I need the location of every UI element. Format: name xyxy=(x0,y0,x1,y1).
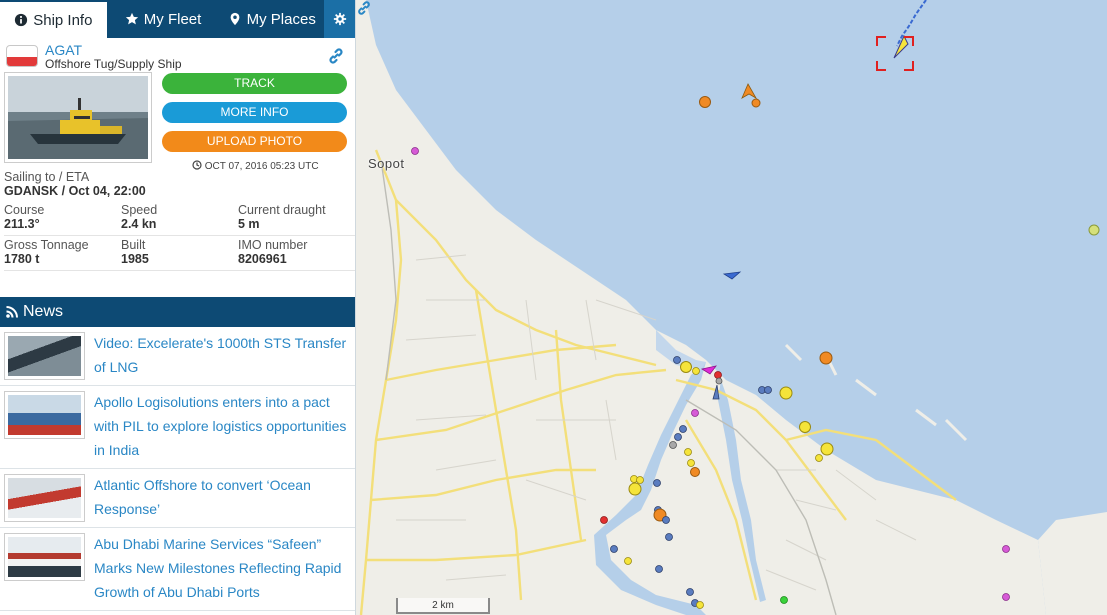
tab-my-fleet[interactable]: My Fleet xyxy=(107,0,220,38)
upload-photo-button[interactable]: UPLOAD PHOTO xyxy=(162,131,347,152)
detail-speed: Speed 2.4 kn xyxy=(121,201,238,236)
tab-my-fleet-label: My Fleet xyxy=(143,10,202,28)
position-timestamp: OCT 07, 2016 05:23 UTC xyxy=(192,160,319,172)
sidebar-tabs: Ship Info My Fleet My Places xyxy=(0,0,355,38)
map-svg[interactable] xyxy=(356,0,1107,615)
tab-ship-info[interactable]: Ship Info xyxy=(0,0,107,38)
ship-header: AGAT Offshore Tug/Supply Ship xyxy=(0,38,355,72)
news-header: News xyxy=(0,297,355,327)
news-thumbnail[interactable] xyxy=(4,474,85,522)
app-root: Ship Info My Fleet My Places AGAT Offsho… xyxy=(0,0,1107,615)
timestamp-text: OCT 07, 2016 05:23 UTC xyxy=(204,161,319,172)
rss-icon xyxy=(6,306,18,318)
gear-icon xyxy=(333,12,346,26)
settings-button[interactable] xyxy=(324,0,355,38)
detail-imo: IMO number 8206961 xyxy=(238,236,355,271)
map-link-icon[interactable] xyxy=(356,0,372,16)
detail-draught: Current draught 5 m xyxy=(238,201,355,236)
detail-gross-tonnage: Gross Tonnage 1780 t xyxy=(4,236,121,271)
place-label-sopot: Sopot xyxy=(368,156,405,171)
ship-type: Offshore Tug/Supply Ship xyxy=(45,57,182,71)
ship-photo-row: TRACK MORE INFO UPLOAD PHOTO OCT 07, 201… xyxy=(0,72,355,172)
news-item[interactable]: Apollo Logisolutions enters into a pact … xyxy=(0,386,355,469)
news-header-label: News xyxy=(23,303,64,320)
more-info-button[interactable]: MORE INFO xyxy=(162,102,347,123)
info-circle-icon xyxy=(15,13,28,27)
news-thumbnail[interactable] xyxy=(4,391,85,439)
news-title[interactable]: Atlantic Offshore to convert ‘Ocean Resp… xyxy=(94,473,352,521)
sidebar: Ship Info My Fleet My Places AGAT Offsho… xyxy=(0,0,356,615)
news-item[interactable]: Atlantic Offshore to convert ‘Ocean Resp… xyxy=(0,469,355,528)
tab-my-places-label: My Places xyxy=(246,10,316,28)
map-canvas[interactable]: Sopot 2 km xyxy=(356,0,1107,615)
map-scale-bar: 2 km xyxy=(396,598,490,614)
ship-name[interactable]: AGAT xyxy=(45,42,82,58)
news-thumbnail[interactable] xyxy=(4,332,85,380)
flag-icon xyxy=(6,45,38,67)
news-item[interactable]: Abu Dhabi Marine Services “Safeen” Marks… xyxy=(0,528,355,611)
track-button[interactable]: TRACK xyxy=(162,73,347,94)
eta-block: Sailing to / ETA GDANSK / Oct 04, 22:00 xyxy=(0,170,355,198)
detail-built: Built 1985 xyxy=(121,236,238,271)
map-marker-icon xyxy=(230,12,240,26)
ship-photo[interactable] xyxy=(4,72,152,163)
link-icon[interactable] xyxy=(327,47,345,65)
tab-my-places[interactable]: My Places xyxy=(219,0,324,38)
news-item[interactable]: Video: Excelerate's 1000th STS Transfer … xyxy=(0,327,355,386)
detail-course: Course 211.3° xyxy=(4,201,121,236)
news-title[interactable]: Abu Dhabi Marine Services “Safeen” Marks… xyxy=(94,532,352,604)
news-thumbnail[interactable] xyxy=(4,533,85,581)
tab-ship-info-label: Ship Info xyxy=(33,11,93,29)
eta-value: GDANSK / Oct 04, 22:00 xyxy=(4,184,146,198)
eta-label: Sailing to / ETA xyxy=(4,170,90,184)
history-icon xyxy=(192,160,202,170)
ship-details-grid: Course 211.3° Speed 2.4 kn Current draug… xyxy=(0,201,355,271)
star-icon xyxy=(125,12,138,25)
news-list: Video: Excelerate's 1000th STS Transfer … xyxy=(0,327,355,611)
news-title[interactable]: Video: Excelerate's 1000th STS Transfer … xyxy=(94,331,352,379)
news-title[interactable]: Apollo Logisolutions enters into a pact … xyxy=(94,390,352,462)
